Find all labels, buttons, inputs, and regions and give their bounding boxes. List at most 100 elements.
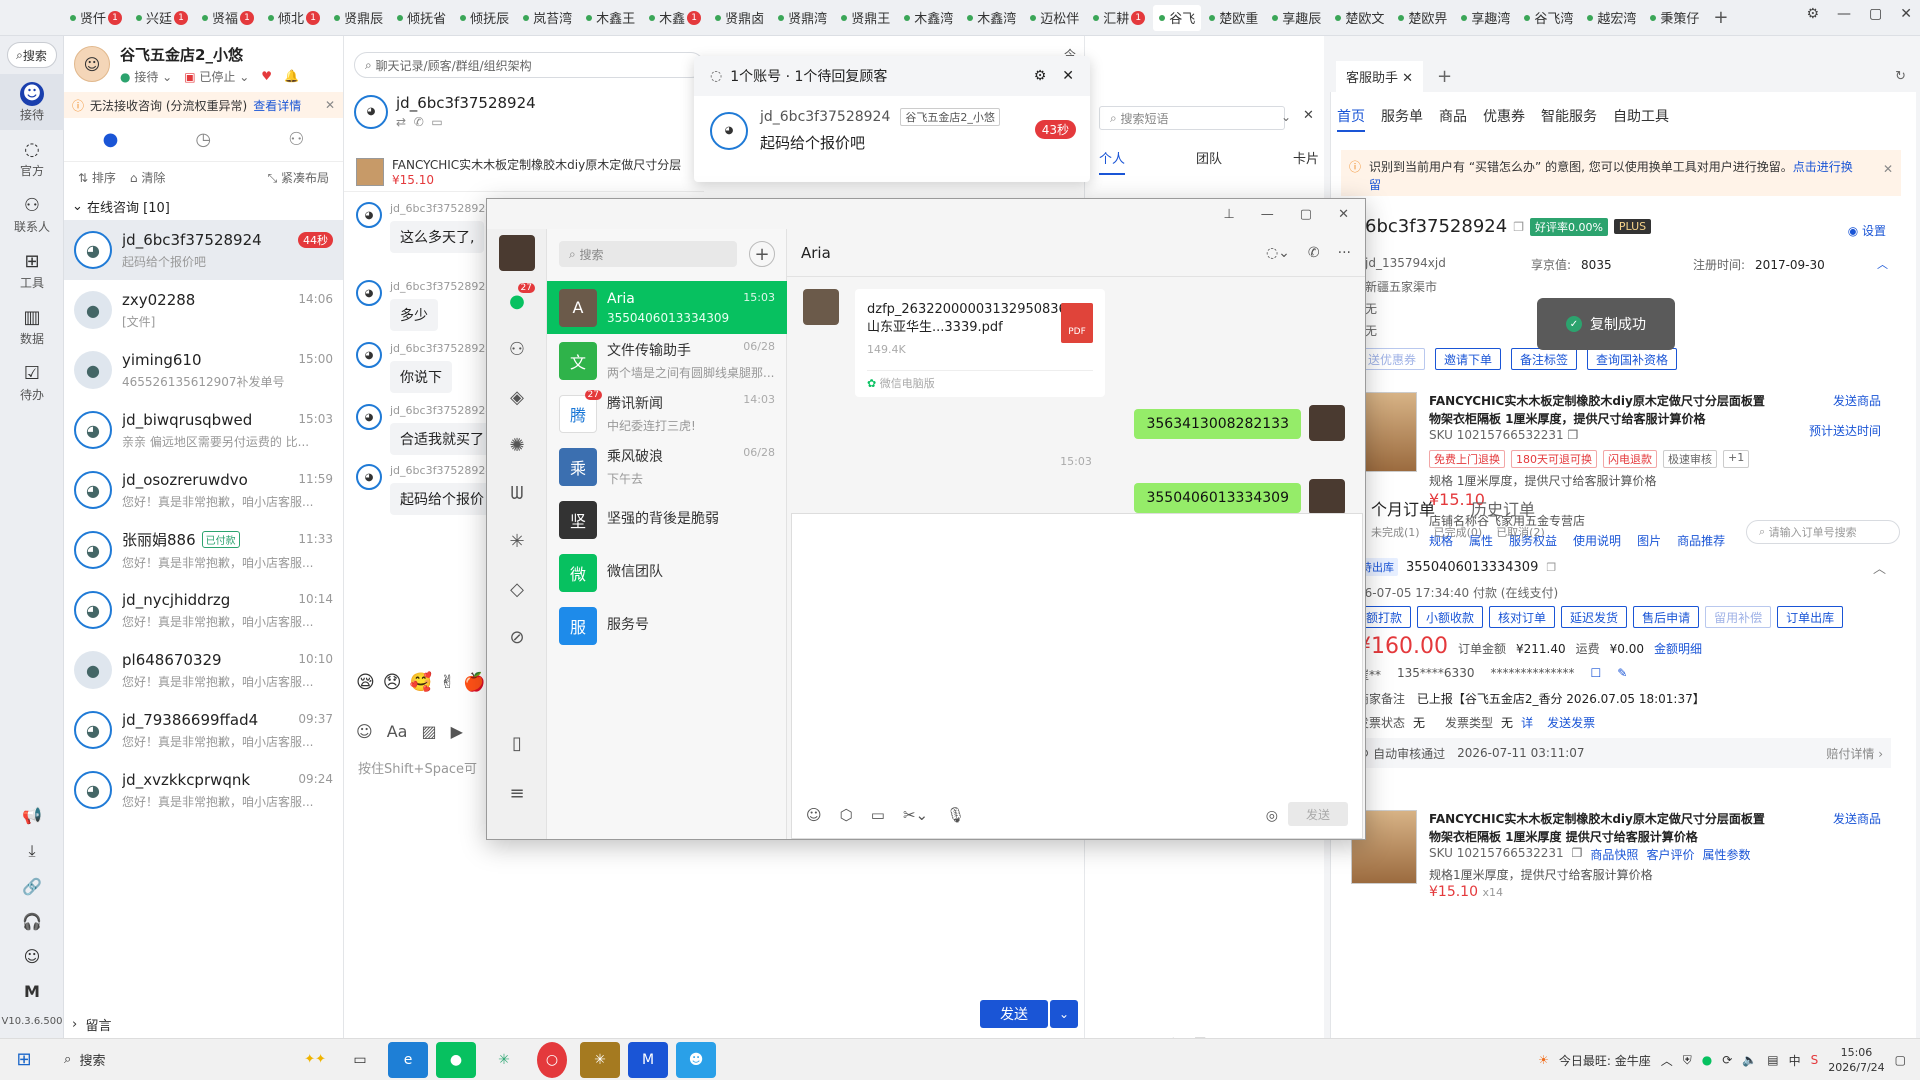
- pin-icon[interactable]: ⊥: [1223, 207, 1234, 222]
- wechat-avatar[interactable]: [487, 229, 547, 277]
- order-action-button[interactable]: 售后申请: [1633, 606, 1700, 628]
- chevron-up-icon[interactable]: ︿: [1661, 1052, 1673, 1069]
- chat-bubble-icon[interactable]: ◌⌄: [1266, 245, 1290, 261]
- session-item[interactable]: ◕ jd_6bc3f37528924 起码给个报价吧 44秒: [64, 220, 343, 280]
- clock-icon[interactable]: ◷: [195, 129, 211, 150]
- shop-tab[interactable]: 贤鼎湾: [772, 5, 833, 31]
- chat-bubble-icon[interactable]: ●: [103, 129, 119, 150]
- copy-icon[interactable]: ❐: [1546, 561, 1556, 574]
- sort-button[interactable]: ⇅ 排序: [78, 169, 116, 186]
- session-item[interactable]: ◕ 张丽娟886 已付款 您好！真是非常抱歉，咱小店客服... 11:33: [64, 520, 343, 580]
- maximize-icon[interactable]: ▢: [1869, 6, 1882, 22]
- message-bubble[interactable]: 多少: [390, 299, 438, 331]
- rail-item-contacts[interactable]: ⚇ 联系人: [0, 186, 64, 242]
- jd-merchant-icon[interactable]: M: [628, 1041, 668, 1078]
- rail-item-tools[interactable]: ⊞ 工具: [0, 242, 64, 298]
- wechat-channels-icon[interactable]: ᗯ: [487, 469, 547, 517]
- session-item[interactable]: ◕ jd_nycjhiddrzg 您好！真是非常抱歉，咱小店客服... 10:1…: [64, 580, 343, 640]
- windows-start-icon[interactable]: ⊞: [0, 1039, 48, 1080]
- verify-icon[interactable]: ☐: [1590, 666, 1601, 683]
- outgoing-message[interactable]: 3563413008282133: [1134, 409, 1301, 439]
- clear-button[interactable]: ⌂ 清除: [130, 169, 165, 186]
- reception-status[interactable]: ● 接待 ⌄: [120, 68, 172, 85]
- volume-icon[interactable]: 🔈: [1742, 1053, 1757, 1067]
- collapse-icon[interactable]: ⌄: [1281, 110, 1291, 124]
- shop-tab[interactable]: 谷飞湾: [1518, 5, 1579, 31]
- wechat-contact-item[interactable]: 微 微信团队: [547, 546, 787, 599]
- network-icon[interactable]: ▤: [1767, 1053, 1778, 1067]
- order-action-button[interactable]: 订单出库: [1777, 606, 1844, 628]
- jd-chat-icon[interactable]: ☻: [676, 1041, 716, 1078]
- tab-team[interactable]: 团队: [1196, 148, 1222, 175]
- shop-tab[interactable]: 木鑫王: [580, 5, 641, 31]
- order-action-button[interactable]: 留用补偿: [1705, 606, 1772, 628]
- layout-button[interactable]: ⤡ 紧凑布局: [268, 169, 329, 186]
- tip-link[interactable]: 点击进行换: [1793, 160, 1853, 174]
- reviews-link[interactable]: 客户评价: [1646, 846, 1694, 863]
- send-coupon-button[interactable]: 送优惠券: [1359, 348, 1426, 370]
- image-icon[interactable]: ▨: [421, 722, 436, 741]
- shop-tab[interactable]: 秉策仔: [1644, 5, 1705, 31]
- close-icon[interactable]: ✕: [1062, 68, 1074, 84]
- bell-icon[interactable]: 🔔: [284, 69, 299, 83]
- wechat-contact-item[interactable]: A Aria 15:03 3550406013334309: [547, 281, 787, 334]
- settings-link[interactable]: ◉ 设置: [1848, 222, 1886, 239]
- order-sub-tab[interactable]: 已取消(2): [1496, 524, 1545, 540]
- wechat-send-button[interactable]: 发送: [1288, 802, 1348, 826]
- app-red-icon[interactable]: ○: [537, 1041, 567, 1078]
- order-action-button[interactable]: 核对订单: [1489, 606, 1556, 628]
- tab-card[interactable]: 卡片: [1293, 148, 1319, 175]
- shop-tab[interactable]: 木鑫湾: [898, 5, 959, 31]
- ime-indicator[interactable]: 中: [1789, 1052, 1801, 1069]
- collapse-icon[interactable]: ︿: [1877, 256, 1888, 272]
- shop-tab[interactable]: 木鑫湾: [961, 5, 1022, 31]
- more-icon[interactable]: ···: [1338, 245, 1351, 261]
- shop-tab[interactable]: 汇耕 1: [1087, 5, 1151, 31]
- send-invoice-link[interactable]: 发送发票: [1547, 714, 1595, 731]
- font-icon[interactable]: Aa: [387, 722, 408, 741]
- shop-tab[interactable]: 楚欧文: [1329, 5, 1390, 31]
- tab-personal[interactable]: 个人: [1099, 148, 1126, 175]
- shop-tab[interactable]: 越宏湾: [1581, 5, 1642, 31]
- shop-tab[interactable]: 楚欧重: [1203, 5, 1264, 31]
- copy-icon[interactable]: ❐: [1572, 846, 1583, 863]
- shop-tab[interactable]: 兴廷 1: [130, 5, 194, 31]
- assistant-tab[interactable]: 客服助手 ✕: [1336, 60, 1424, 92]
- send-button[interactable]: 发送: [980, 1000, 1048, 1028]
- megaphone-icon[interactable]: 📢: [22, 806, 42, 825]
- wechat-phone-icon[interactable]: ▯: [487, 719, 547, 767]
- assistant-nav-item[interactable]: 优惠券: [1483, 106, 1525, 132]
- clock[interactable]: 15:06 2026/7/24: [1828, 1045, 1884, 1076]
- close-icon[interactable]: ✕: [1900, 6, 1912, 22]
- shop-tab[interactable]: 贤仟 1: [64, 5, 128, 31]
- wechat-contact-item[interactable]: 乘 乘风破浪 06/28 下午去: [547, 440, 787, 493]
- order-sub-tab[interactable]: 已完成(0): [1434, 524, 1483, 540]
- shield-icon[interactable]: ⛨: [1683, 1053, 1692, 1068]
- quick-emoji[interactable]: 😪: [356, 672, 375, 693]
- delivery-time-link[interactable]: 预计送达时间: [1809, 422, 1881, 439]
- edit-icon[interactable]: ✎: [1617, 666, 1627, 683]
- collapse-icon[interactable]: ︿: [1873, 558, 1886, 577]
- video-icon[interactable]: ▶: [451, 722, 463, 741]
- shop-tab[interactable]: 贤福 1: [196, 5, 260, 31]
- rail-item-data[interactable]: ▥ 数据: [0, 298, 64, 354]
- task-view-icon[interactable]: ▭: [340, 1042, 380, 1078]
- invite-order-button[interactable]: 邀请下单: [1435, 348, 1502, 370]
- group-icon[interactable]: ⚇: [288, 129, 304, 150]
- shop-tab[interactable]: 贤鼎王: [835, 5, 896, 31]
- wechat-tray-icon[interactable]: ●: [1702, 1053, 1712, 1067]
- settings-icon[interactable]: ⚙: [1806, 6, 1819, 22]
- wechat-discover-icon[interactable]: ✳: [487, 517, 547, 565]
- notification-icon[interactable]: ▢: [1895, 1053, 1906, 1067]
- message-bubble[interactable]: 你说下: [390, 361, 452, 393]
- wechat-contact-item[interactable]: 服 服务号: [547, 599, 787, 652]
- snapshot-link[interactable]: 商品快照: [1590, 846, 1638, 863]
- session-item[interactable]: ◕ jd_xvzkkcprwqnk 您好！真是非常抱歉，咱小店客服... 09:…: [64, 760, 343, 820]
- add-tab-icon[interactable]: +: [1713, 7, 1728, 28]
- gear-icon[interactable]: ⚙: [1034, 68, 1047, 84]
- order-action-button[interactable]: 延迟发货: [1561, 606, 1628, 628]
- wechat-menu-icon[interactable]: ≡: [487, 769, 547, 817]
- file-message[interactable]: dzfp_26322000003132950836_山东亚华生...3339.p…: [855, 289, 1105, 397]
- transfer-icon[interactable]: ⇄: [396, 115, 406, 129]
- product-bar[interactable]: FANCYCHIC实木木板定制橡胶木diy原木定做尺寸分层 ¥15.10: [344, 152, 704, 192]
